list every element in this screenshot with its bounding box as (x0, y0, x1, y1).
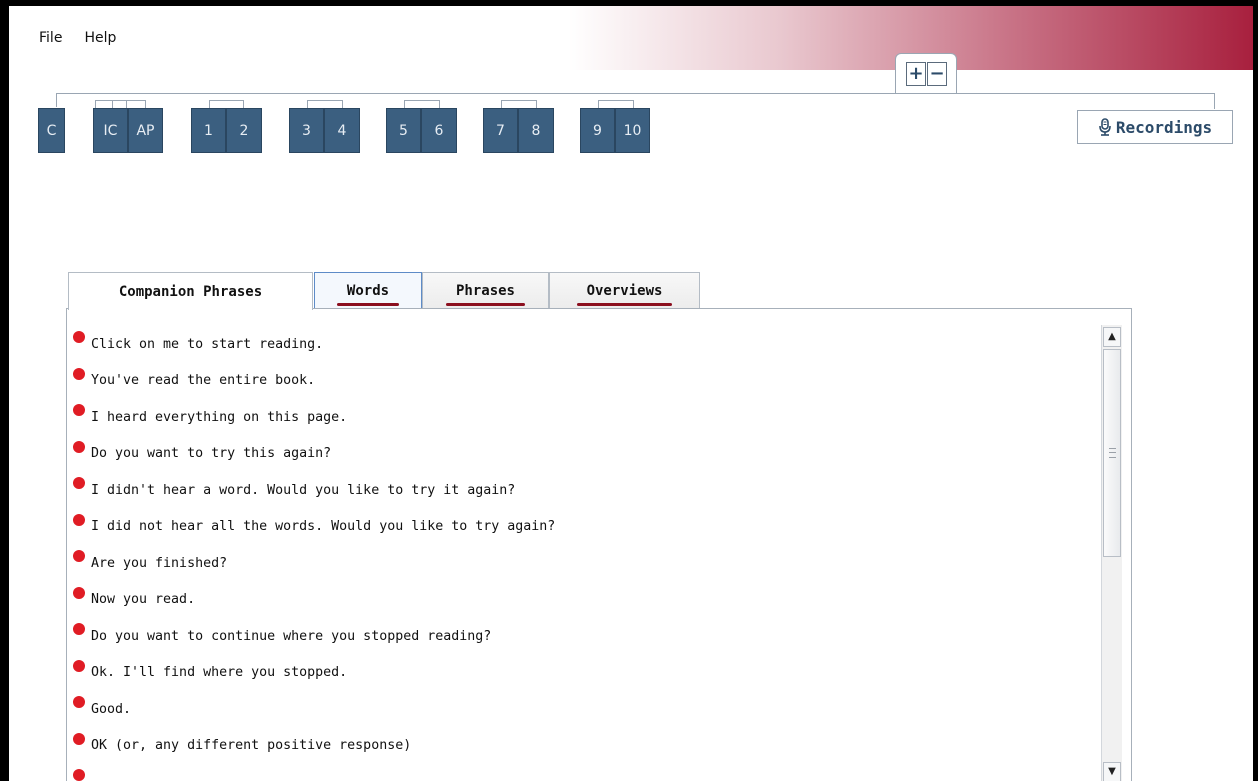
tab-label-wrap: Words (336, 283, 400, 306)
tab-label: Overviews (586, 283, 663, 299)
page-button-3[interactable]: 3 (289, 108, 324, 153)
recordings-button[interactable]: Recordings (1077, 110, 1233, 144)
list-item[interactable]: Now you read. (67, 582, 1101, 619)
record-dot-icon (73, 586, 85, 599)
vertical-scrollbar[interactable]: ▲ ▼ (1101, 325, 1122, 781)
tab-label: Companion Phrases (118, 283, 263, 300)
phrase-text: You've read the entire book. (91, 373, 316, 389)
phrase-text: OK (or, any different positive response) (91, 738, 412, 754)
list-item[interactable]: Do you want to continue where you stoppe… (67, 618, 1101, 655)
record-dot-icon (73, 696, 85, 708)
tab-underline (336, 303, 400, 306)
page-button-6[interactable]: 6 (421, 108, 457, 153)
menu-bar: File Help (39, 30, 116, 46)
header-banner (9, 6, 1253, 70)
page-connector-line (56, 93, 1214, 94)
zoom-in-button[interactable]: + (906, 62, 926, 86)
list-item[interactable]: I did not hear all the words. Would you … (67, 509, 1101, 546)
scroll-up-arrow-icon[interactable]: ▲ (1103, 327, 1121, 347)
tab-label-wrap: Phrases (445, 283, 525, 306)
grip-icon (1109, 448, 1116, 458)
connector-cap-right (1214, 93, 1215, 109)
phrase-list: Click on me to start reading. You've rea… (67, 326, 1101, 781)
list-item[interactable]: I heard everything on this page. (67, 399, 1101, 436)
phrase-text: Ok. I'll find where you stopped. (91, 665, 348, 681)
menu-file[interactable]: File (39, 30, 62, 46)
list-item[interactable]: Do you want to try this again? (67, 436, 1101, 473)
page-button-5[interactable]: 5 (386, 108, 421, 153)
window-border-left (0, 0, 9, 781)
tab-label: Phrases (455, 283, 515, 299)
menu-help[interactable]: Help (84, 30, 116, 46)
tab-underline (445, 303, 525, 306)
page-button-10[interactable]: 10 (615, 108, 650, 153)
record-dot-icon (73, 623, 85, 635)
page-button-2[interactable]: 2 (226, 108, 262, 153)
record-dot-icon (73, 477, 85, 489)
app-window: File Help + − C IC AP 1 2 3 4 5 6 7 8 9 … (9, 6, 1253, 781)
tab-label-wrap: Overviews (576, 283, 673, 306)
list-item[interactable]: I didn't hear a word. Would you like to … (67, 472, 1101, 509)
page-button-ap[interactable]: AP (128, 108, 163, 153)
zoom-controls: + − (895, 53, 957, 93)
record-dot-icon (73, 769, 85, 781)
phrase-text: Click on me to start reading. (91, 336, 324, 352)
tab-label: Words (346, 283, 390, 299)
record-dot-icon (73, 550, 85, 562)
phrase-text: Do you want to continue where you stoppe… (91, 628, 492, 644)
zoom-out-button[interactable]: − (927, 62, 947, 86)
phrase-text: Are you finished? (91, 555, 228, 571)
phrase-text: Now you read. (91, 592, 196, 608)
record-dot-icon (73, 331, 85, 343)
phrases-panel: Click on me to start reading. You've rea… (66, 308, 1132, 781)
list-item[interactable]: Click on me to start reading. (67, 326, 1101, 363)
connector-cap-left (56, 93, 57, 107)
tab-phrases[interactable]: Phrases (422, 272, 549, 309)
recordings-label: Recordings (1115, 117, 1213, 137)
page-button-8[interactable]: 8 (518, 108, 554, 153)
phrase-text: I didn't hear a word. Would you like to … (91, 482, 516, 498)
phrase-text: Good. (91, 701, 132, 717)
list-item[interactable]: Are you finished? (67, 545, 1101, 582)
record-dot-icon (73, 367, 85, 380)
page-button-1[interactable]: 1 (191, 108, 226, 153)
record-dot-icon (73, 404, 85, 416)
phrase-text: I heard everything on this page. (91, 409, 348, 425)
page-button-9[interactable]: 9 (580, 108, 615, 153)
page-button-inside-cover[interactable]: IC (93, 108, 128, 153)
page-button-4[interactable]: 4 (324, 108, 360, 153)
list-item[interactable]: Ok. I'll find where you stopped. (67, 655, 1101, 692)
scrollbar-thumb[interactable] (1103, 349, 1121, 557)
phrase-text: I did not hear all the words. Would you … (91, 519, 556, 535)
record-dot-icon (73, 513, 85, 526)
microphone-icon (1099, 118, 1111, 136)
record-dot-icon (73, 440, 85, 453)
tab-companion-phrases[interactable]: Companion Phrases (68, 272, 313, 310)
record-dot-icon (73, 659, 85, 672)
phrase-text: Do you want to try this again? (91, 446, 332, 462)
list-item[interactable]: You've read the entire book. (67, 363, 1101, 400)
tab-underline (576, 303, 673, 306)
tab-overviews[interactable]: Overviews (549, 272, 700, 309)
list-item[interactable]: OK (or, any different positive response) (67, 728, 1101, 765)
tab-words[interactable]: Words (314, 272, 422, 309)
window-border-right (1253, 0, 1258, 781)
list-item[interactable]: Good. (67, 691, 1101, 728)
list-item-partial[interactable] (67, 764, 1101, 781)
scroll-down-arrow-icon[interactable]: ▼ (1103, 762, 1121, 781)
page-button-7[interactable]: 7 (483, 108, 518, 153)
record-dot-icon (73, 732, 85, 745)
page-button-cover[interactable]: C (38, 108, 65, 153)
